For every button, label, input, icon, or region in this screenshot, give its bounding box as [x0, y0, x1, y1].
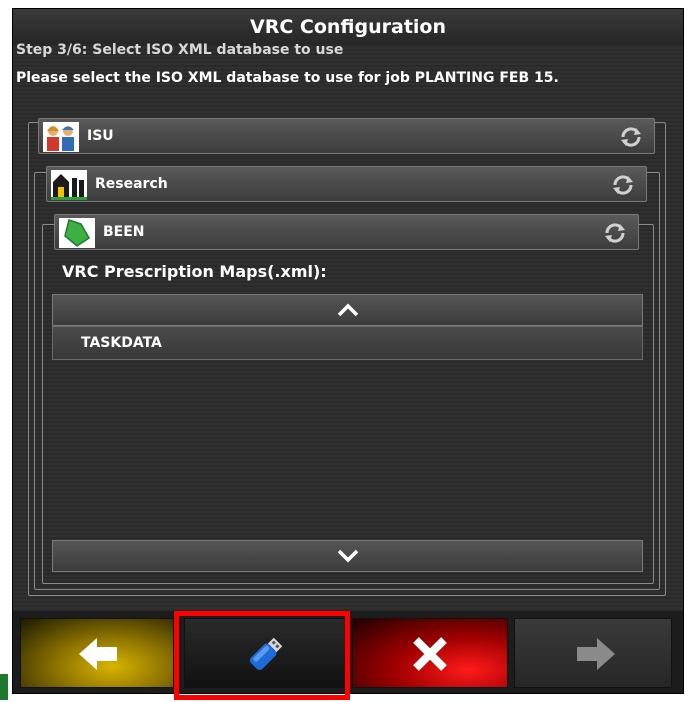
field-icon: [59, 218, 95, 248]
cancel-button[interactable]: [352, 618, 508, 688]
list-item-label: TASKDATA: [81, 335, 162, 351]
scroll-up-button[interactable]: [52, 294, 643, 326]
next-arrow-icon: [577, 638, 615, 670]
list-item[interactable]: TASKDATA: [52, 326, 643, 360]
chevron-up-icon: [337, 303, 359, 317]
chevron-down-icon: [337, 549, 359, 563]
refresh-icon[interactable]: [602, 220, 628, 246]
usb-button-highlight: [174, 611, 350, 700]
tree-node-label-research: Research: [95, 176, 168, 192]
next-button[interactable]: [514, 618, 672, 688]
back-arrow-icon: [79, 638, 117, 670]
corner-marker: [0, 674, 8, 700]
refresh-icon[interactable]: [610, 172, 636, 198]
tree-node-research[interactable]: Research: [46, 166, 647, 202]
scroll-down-button[interactable]: [52, 540, 643, 572]
step-indicator: Step 3/6: Select ISO XML database to use: [16, 42, 344, 58]
refresh-icon[interactable]: [618, 124, 644, 150]
cancel-x-icon: [413, 637, 447, 671]
farm-barn-icon: [51, 170, 87, 200]
instruction-text: Please select the ISO XML database to us…: [16, 70, 559, 86]
prescription-maps-header: VRC Prescription Maps(.xml):: [62, 262, 327, 281]
tree-node-label-isu: ISU: [87, 128, 114, 144]
tree-node-label-been: BEEN: [103, 224, 145, 240]
tree-node-isu[interactable]: ISU: [38, 118, 655, 154]
farmers-icon: [43, 122, 79, 152]
back-button[interactable]: [20, 618, 174, 688]
dialog-title: VRC Configuration: [13, 9, 683, 45]
tree-node-been[interactable]: BEEN: [54, 214, 639, 250]
